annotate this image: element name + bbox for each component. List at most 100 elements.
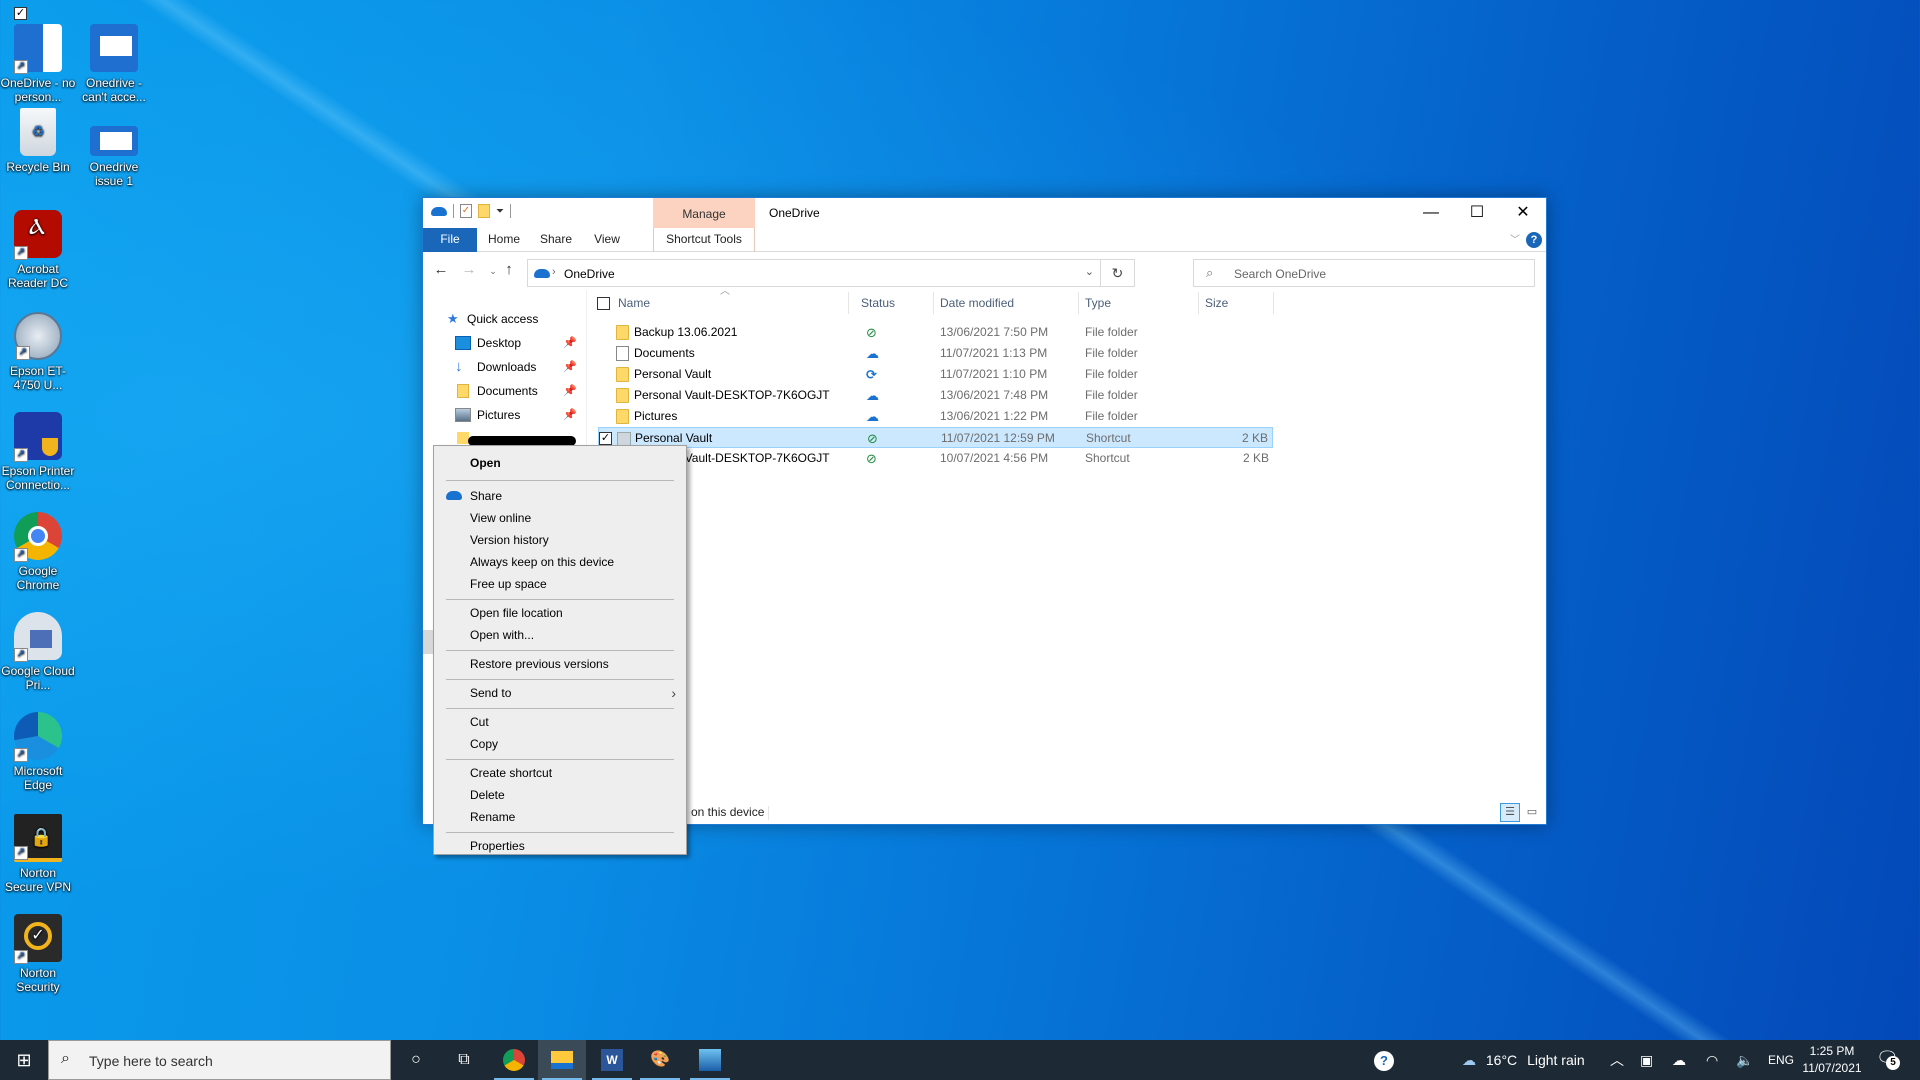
column-header-type[interactable]: Type bbox=[1085, 290, 1165, 316]
volume-icon[interactable]: 🔈 bbox=[1736, 1040, 1753, 1080]
nav-downloads[interactable]: ↓ Downloads 📌 bbox=[423, 356, 583, 378]
menu-item-properties[interactable]: Properties bbox=[436, 835, 684, 857]
desktop-icon-acrobat[interactable]: Ⲁ ↗ Acrobat Reader DC bbox=[0, 210, 76, 290]
column-header-date-modified[interactable]: Date modified bbox=[940, 290, 1060, 316]
up-arrow-icon[interactable]: ↑ bbox=[499, 261, 519, 278]
taskbar-photos[interactable] bbox=[686, 1040, 734, 1080]
nav-pictures[interactable]: Pictures 📌 bbox=[423, 404, 583, 426]
column-divider[interactable] bbox=[933, 292, 934, 314]
menu-item-open-file-location[interactable]: Open file location bbox=[436, 602, 684, 624]
large-icons-view-icon[interactable]: ▭ bbox=[1522, 803, 1542, 822]
meet-now-icon[interactable]: ▣ bbox=[1640, 1040, 1653, 1080]
taskbar-paint[interactable]: 🎨 bbox=[636, 1040, 684, 1080]
task-view-button[interactable]: ⧉ bbox=[440, 1040, 488, 1080]
menu-item-copy[interactable]: Copy bbox=[436, 733, 684, 755]
file-row[interactable]: Personal Vault ⟳ 11/07/2021 1:10 PM File… bbox=[598, 364, 1273, 385]
menu-item-always-keep[interactable]: Always keep on this device bbox=[436, 551, 684, 573]
file-row[interactable]: Pictures ☁ 13/06/2021 1:22 PM File folde… bbox=[598, 406, 1273, 427]
column-header-size[interactable]: Size bbox=[1205, 290, 1265, 316]
properties-icon[interactable]: ✓ bbox=[460, 204, 472, 218]
close-button[interactable]: ✕ bbox=[1500, 198, 1546, 228]
menu-item-delete[interactable]: Delete bbox=[436, 784, 684, 806]
help-tray-icon[interactable]: ? bbox=[1374, 1040, 1394, 1080]
file-row[interactable]: Personal Vault-DESKTOP-7K6OGJT ☁ 13/06/2… bbox=[598, 385, 1273, 406]
refresh-icon[interactable]: ↻ bbox=[1100, 260, 1134, 286]
menu-item-cut[interactable]: Cut bbox=[436, 711, 684, 733]
menu-item-view-online[interactable]: View online bbox=[436, 507, 684, 529]
column-divider[interactable] bbox=[1078, 292, 1079, 314]
back-arrow-icon[interactable]: ← bbox=[431, 261, 451, 278]
tab-share[interactable]: Share bbox=[531, 228, 581, 252]
breadcrumb-separator[interactable]: › bbox=[552, 266, 556, 278]
taskbar-search-box[interactable]: ⌕ Type here to search bbox=[48, 1040, 391, 1080]
menu-item-version-history[interactable]: Version history bbox=[436, 529, 684, 551]
start-button[interactable]: ⊞ bbox=[0, 1040, 48, 1080]
search-box[interactable]: ⌕ Search OneDrive bbox=[1193, 259, 1535, 287]
expand-ribbon-chevron-icon[interactable]: ﹀ bbox=[1510, 231, 1520, 246]
menu-item-share[interactable]: Share bbox=[436, 485, 684, 507]
menu-item-create-shortcut[interactable]: Create shortcut bbox=[436, 762, 684, 784]
column-divider[interactable] bbox=[1273, 292, 1274, 314]
desktop-icon-edge[interactable]: ↗ Microsoft Edge bbox=[0, 712, 76, 792]
action-center-button[interactable]: 🗨 5 bbox=[1876, 1048, 1900, 1070]
menu-item-free-up-space[interactable]: Free up space bbox=[436, 573, 684, 595]
desktop-icon-chrome[interactable]: ↗ Google Chrome bbox=[0, 512, 76, 592]
nav-quick-access[interactable]: ★ Quick access bbox=[423, 308, 583, 330]
address-bar[interactable]: › OneDrive ⌄ ↻ bbox=[527, 259, 1135, 287]
pin-icon[interactable]: 📌 bbox=[563, 380, 577, 402]
show-hidden-icons-chevron[interactable]: ︿ bbox=[1610, 1040, 1624, 1080]
language-indicator[interactable]: ENG bbox=[1768, 1040, 1794, 1080]
file-row[interactable]: Backup 13.06.2021 ⊘ 13/06/2021 7:50 PM F… bbox=[598, 322, 1273, 343]
menu-item-open-with[interactable]: Open with... bbox=[436, 624, 684, 646]
address-history-chevron-icon[interactable]: ⌄ bbox=[1085, 265, 1094, 278]
new-folder-icon[interactable] bbox=[478, 204, 490, 218]
maximize-button[interactable]: ☐ bbox=[1454, 198, 1500, 228]
column-divider[interactable] bbox=[848, 292, 849, 314]
desktop-icon-onedrive-no-personal[interactable]: ↗ OneDrive - no person... bbox=[0, 24, 76, 104]
tab-shortcut-tools[interactable]: Shortcut Tools bbox=[653, 228, 755, 252]
tab-file[interactable]: File bbox=[423, 228, 477, 252]
tab-home[interactable]: Home bbox=[479, 228, 529, 252]
desktop-icon-epson-manual[interactable]: ↗ Epson ET-4750 U... bbox=[0, 312, 76, 392]
desktop-icon-epson-printer[interactable]: ↗ Epson Printer Connectio... bbox=[0, 412, 76, 492]
nav-pane-scrollbar[interactable] bbox=[423, 630, 433, 654]
row-checkbox[interactable]: ✓ bbox=[599, 432, 612, 445]
desktop-icon-recycle-bin[interactable]: ♻ Recycle Bin bbox=[0, 108, 76, 174]
cortana-button[interactable]: ○ bbox=[392, 1040, 440, 1080]
taskbar-chrome[interactable] bbox=[490, 1040, 538, 1080]
column-divider[interactable] bbox=[1198, 292, 1199, 314]
system-clock[interactable]: 1:25 PM 11/07/2021 bbox=[1800, 1043, 1864, 1077]
desktop-icon-onedrive-issue[interactable]: Onedrive issue 1 bbox=[76, 126, 152, 188]
manage-contextual-tab[interactable]: Manage bbox=[653, 198, 755, 228]
forward-arrow-icon[interactable]: → bbox=[459, 261, 479, 278]
onedrive-tray-icon[interactable]: ☁ bbox=[1672, 1040, 1686, 1080]
nav-documents[interactable]: Documents 📌 bbox=[423, 380, 583, 402]
column-header-status[interactable]: Status bbox=[861, 290, 921, 316]
desktop-icon-norton-vpn[interactable]: 🔒 ↗ Norton Secure VPN bbox=[0, 814, 76, 894]
details-view-icon[interactable]: ☰ bbox=[1500, 803, 1520, 822]
pin-icon[interactable]: 📌 bbox=[563, 404, 577, 426]
file-row[interactable]: Personal Vault-DESKTOP-7K6OGJT ⊘ 10/07/2… bbox=[598, 448, 1273, 469]
nav-desktop[interactable]: Desktop 📌 bbox=[423, 332, 583, 354]
desktop-select-checkbox[interactable]: ✓ bbox=[14, 7, 27, 20]
menu-item-send-to[interactable]: Send to › bbox=[436, 682, 684, 704]
weather-widget[interactable]: ☁ 16°C Light rain bbox=[1462, 1040, 1585, 1080]
file-row-selected[interactable]: ✓ Personal Vault ⊘ 11/07/2021 12:59 PM S… bbox=[598, 427, 1273, 448]
menu-item-open[interactable]: Open bbox=[436, 452, 684, 474]
network-wifi-icon[interactable]: ◠ bbox=[1706, 1040, 1718, 1080]
minimize-button[interactable]: — bbox=[1408, 198, 1454, 228]
help-button[interactable]: ? bbox=[1526, 232, 1542, 248]
file-row[interactable]: Documents ☁ 11/07/2021 1:13 PM File fold… bbox=[598, 343, 1273, 364]
customize-toolbar-icon[interactable]: ⏷ bbox=[496, 206, 504, 217]
desktop-icon-cloud-print[interactable]: ↗ Google Cloud Pri... bbox=[0, 612, 76, 692]
menu-item-rename[interactable]: Rename bbox=[436, 806, 684, 828]
column-header-name[interactable]: Name bbox=[618, 290, 838, 316]
breadcrumb-onedrive[interactable]: OneDrive bbox=[564, 267, 615, 281]
desktop-icon-onedrive-cant-access[interactable]: Onedrive - can't acce... bbox=[76, 24, 152, 104]
select-all-checkbox[interactable] bbox=[597, 297, 610, 310]
desktop-icon-norton-security[interactable]: ✓ ↗ Norton Security bbox=[0, 914, 76, 994]
pin-icon[interactable]: 📌 bbox=[563, 332, 577, 354]
taskbar-word[interactable]: W bbox=[588, 1040, 636, 1080]
tab-view[interactable]: View bbox=[585, 228, 629, 252]
menu-item-restore-previous-versions[interactable]: Restore previous versions bbox=[436, 653, 684, 675]
